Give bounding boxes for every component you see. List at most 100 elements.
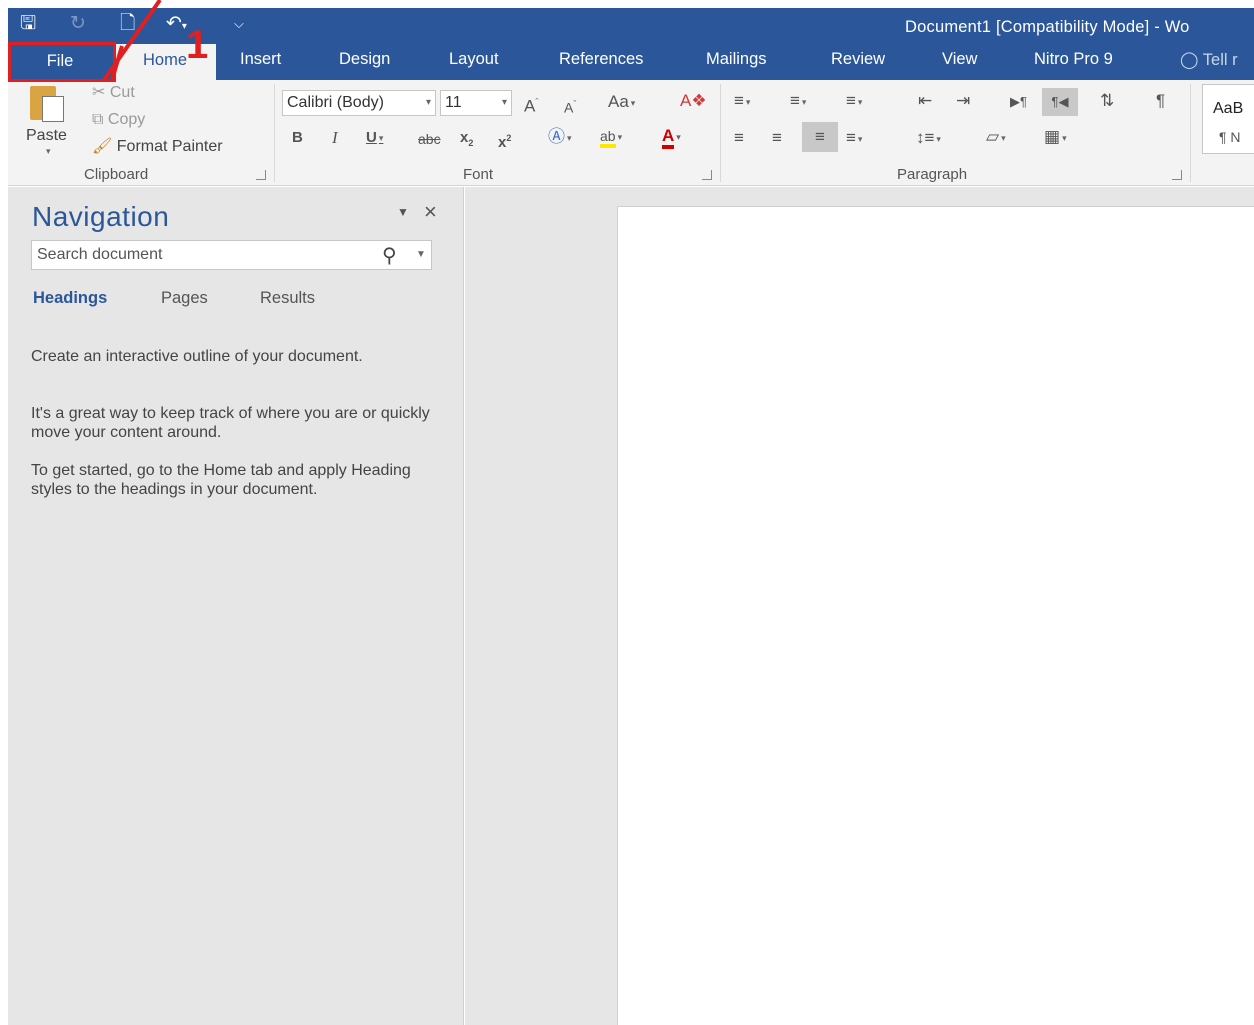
copy-label: Copy	[107, 111, 146, 128]
tab-home[interactable]: Home	[114, 44, 216, 80]
bold-icon[interactable]: B	[292, 128, 303, 148]
search-icon[interactable]: ⚲	[382, 243, 397, 268]
underline-icon[interactable]: U ▾	[366, 128, 383, 148]
show-formatting-marks-icon[interactable]: ¶	[1156, 91, 1165, 111]
tab-headings[interactable]: Headings	[33, 289, 107, 308]
ltr-icon[interactable]: ▶¶	[1010, 92, 1027, 112]
search-box: ⚲ ▼	[31, 240, 432, 270]
font-size-select[interactable]: 11 ▾	[440, 90, 512, 116]
undo-icon[interactable]: ↶▾	[166, 12, 187, 39]
bullets-icon[interactable]: ≡ ▾	[734, 91, 750, 112]
chevron-down-icon: ▾	[1062, 132, 1067, 143]
increase-indent-icon[interactable]: ⇥	[956, 91, 970, 111]
tab-layout[interactable]: Layout	[449, 50, 499, 69]
paste-page-icon	[42, 96, 64, 122]
clipboard-launcher-icon[interactable]	[256, 170, 266, 180]
align-center-icon[interactable]: ≡	[772, 128, 782, 148]
shading-icon[interactable]: ▱ ▾	[986, 127, 1006, 148]
tab-pages[interactable]: Pages	[161, 289, 208, 308]
divider	[720, 84, 721, 182]
numbering-icon[interactable]: ≡ ▾	[790, 91, 806, 112]
ribbon-tabs: File Home Insert Design Layout Reference…	[8, 44, 1254, 80]
tab-nitro-pro[interactable]: Nitro Pro 9	[1034, 50, 1113, 69]
paintbrush-icon: 🖌	[92, 138, 113, 155]
text-effects-icon[interactable]: Ⓐ ▾	[548, 127, 572, 148]
close-icon[interactable]: ×	[424, 199, 437, 225]
chevron-down-icon: ▾	[617, 131, 623, 142]
customize-quick-access-icon[interactable]: ⌵	[234, 12, 244, 36]
change-case-button[interactable]: Aa ▾	[608, 92, 635, 113]
cut-label: Cut	[109, 84, 135, 101]
grow-font-icon[interactable]: Aˆ	[524, 92, 538, 117]
sort-icon[interactable]: ⇅	[1100, 91, 1114, 111]
tab-results[interactable]: Results	[260, 289, 315, 308]
help-text: It's a great way to keep track of where …	[31, 405, 430, 441]
justify-icon[interactable]: ≡ ▾	[846, 128, 862, 149]
search-input[interactable]	[32, 241, 372, 269]
multilevel-list-icon[interactable]: ≡ ▾	[846, 91, 862, 112]
copy-icon: ⧉	[92, 111, 104, 128]
chevron-down-icon: ▾	[630, 97, 636, 108]
divider	[274, 84, 275, 182]
document-page[interactable]	[617, 206, 1254, 1025]
new-document-icon[interactable]: 🗋	[120, 12, 135, 36]
window-title: Document1 [Compatibility Mode] - Wo	[905, 18, 1190, 36]
annotation-highlight-box	[8, 42, 116, 82]
help-text: To get started, go to the Home tab and a…	[31, 462, 411, 498]
strikethrough-icon[interactable]: abc	[418, 129, 441, 149]
tab-review[interactable]: Review	[831, 50, 885, 69]
clear-formatting-icon[interactable]: A❖	[680, 91, 707, 111]
chevron-down-icon: ▾	[567, 132, 572, 143]
styles-gallery-normal[interactable]: AaB ¶ N	[1202, 84, 1254, 154]
format-painter-label: Format Painter	[116, 138, 223, 155]
title-bar: 🖫 ↻ 🗋 ↶▾ ⌵ Document1 [Compatibility Mode…	[8, 8, 1254, 48]
tab-design[interactable]: Design	[339, 50, 390, 69]
tab-references[interactable]: References	[559, 50, 643, 69]
chevron-down-icon: ▾	[378, 133, 384, 144]
chevron-down-icon: ▾	[857, 133, 863, 144]
cut-button[interactable]: ✂ Cut	[92, 83, 135, 103]
subscript-icon[interactable]: x2	[460, 128, 473, 153]
ribbon-home: Paste ▾ ✂ Cut ⧉ Copy 🖌 Format Painter Cl…	[8, 80, 1254, 186]
shrink-font-icon[interactable]: Aˇ	[564, 94, 576, 118]
scissors-icon: ✂	[92, 84, 106, 101]
tab-view[interactable]: View	[942, 50, 977, 69]
font-group-label: Font	[463, 166, 494, 183]
lightbulb-icon: ◯	[1180, 51, 1199, 69]
borders-icon[interactable]: ▦ ▾	[1044, 127, 1067, 148]
align-right-icon[interactable]: ≡	[802, 122, 838, 152]
paragraph-group-label: Paragraph	[897, 166, 968, 183]
highlight-icon[interactable]: ab ▾	[600, 126, 623, 148]
divider	[1190, 84, 1191, 182]
line-spacing-icon[interactable]: ↕≡ ▾	[916, 128, 941, 149]
clipboard-group-label: Clipboard	[84, 166, 149, 183]
style-sample: AaB	[1213, 100, 1244, 117]
pane-options-icon[interactable]: ▼	[397, 205, 409, 219]
change-case-label: Aa	[608, 92, 629, 111]
chevron-down-icon[interactable]: ▼	[416, 249, 426, 260]
chevron-down-icon: ▾	[501, 97, 507, 108]
align-left-icon[interactable]: ≡	[734, 128, 744, 148]
tell-me-label: Tell r	[1202, 51, 1238, 69]
document-area	[465, 187, 1254, 1025]
copy-button[interactable]: ⧉ Copy	[92, 110, 145, 130]
navigation-title: Navigation	[32, 201, 170, 232]
paste-label: Paste	[26, 127, 67, 144]
font-name-select[interactable]: Calibri (Body) ▾	[282, 90, 436, 116]
rtl-icon[interactable]: ¶◀	[1042, 88, 1078, 116]
tell-me-search[interactable]: ◯ Tell r	[1180, 50, 1238, 70]
italic-icon[interactable]: I	[332, 128, 338, 148]
navigation-pane: Navigation ▼ × ⚲ ▼ Headings Pages Result…	[8, 187, 464, 1025]
format-painter-button[interactable]: 🖌 Format Painter	[92, 137, 223, 157]
redo-icon[interactable]: ↻	[70, 12, 86, 36]
paste-button[interactable]: Paste ▾	[24, 84, 74, 158]
tab-insert[interactable]: Insert	[240, 50, 281, 69]
save-icon[interactable]: 🖫	[20, 12, 36, 36]
decrease-indent-icon[interactable]: ⇤	[918, 91, 932, 111]
chevron-down-icon: ▾	[676, 131, 681, 142]
paragraph-launcher-icon[interactable]	[1172, 170, 1182, 180]
font-color-icon[interactable]: A ▾	[662, 126, 681, 149]
font-launcher-icon[interactable]	[702, 170, 712, 180]
superscript-icon[interactable]: x2	[498, 128, 511, 153]
tab-mailings[interactable]: Mailings	[706, 50, 767, 69]
